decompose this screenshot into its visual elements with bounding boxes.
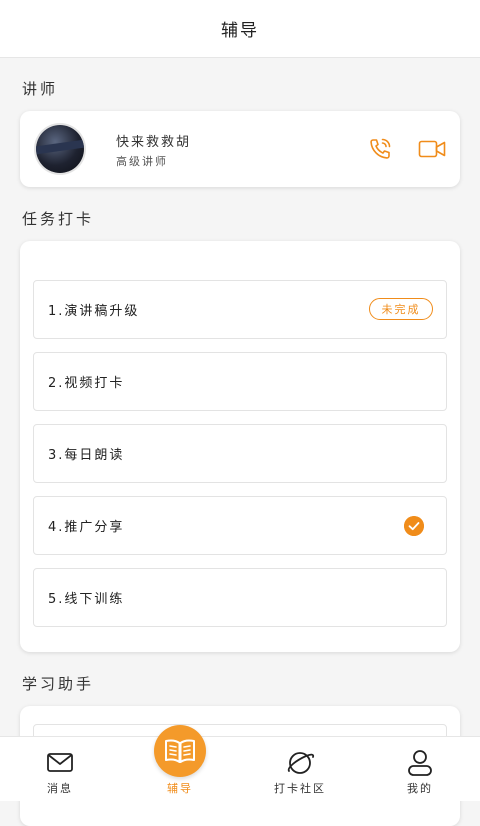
study-section-title: 学习助手 xyxy=(22,675,95,693)
tab-label: 辅导 xyxy=(167,782,193,795)
phone-call-icon[interactable] xyxy=(368,137,392,161)
tab-label: 消息 xyxy=(47,782,73,795)
planet-icon xyxy=(287,752,315,774)
teacher-role: 高级讲师 xyxy=(116,155,168,168)
tab-mine[interactable]: 我的 xyxy=(360,737,480,801)
tutoring-fab-button[interactable] xyxy=(154,725,206,777)
tab-label: 打卡社区 xyxy=(274,782,326,795)
book-icon xyxy=(165,739,195,763)
task-label: 2.视频打卡 xyxy=(48,376,125,391)
tab-messages[interactable]: 消息 xyxy=(0,737,120,801)
status-badge: 未完成 xyxy=(369,298,433,320)
user-icon xyxy=(408,750,432,776)
avatar[interactable] xyxy=(36,125,84,173)
tab-checkin-community[interactable]: 打卡社区 xyxy=(240,737,360,801)
top-bar: 辅导 xyxy=(0,0,480,58)
task-list-card: 1.演讲稿升级 未完成 2.视频打卡 3.每日朗读 4.推广分享 5.线下训练 xyxy=(20,241,460,652)
teacher-section-title: 讲师 xyxy=(22,80,59,98)
bottom-tab-bar: 消息 辅导 打卡社区 我的 xyxy=(0,736,480,801)
page-title: 辅导 xyxy=(221,21,259,41)
task-item-daily-reading[interactable]: 3.每日朗读 xyxy=(33,424,447,483)
tasks-section-title: 任务打卡 xyxy=(22,210,95,228)
task-label: 4.推广分享 xyxy=(48,520,125,535)
task-item-promotion-share[interactable]: 4.推广分享 xyxy=(33,496,447,555)
teacher-name: 快来救救胡 xyxy=(116,135,192,150)
check-icon xyxy=(404,516,424,536)
task-item-speech-upgrade[interactable]: 1.演讲稿升级 未完成 xyxy=(33,280,447,339)
task-item-video-checkin[interactable]: 2.视频打卡 xyxy=(33,352,447,411)
teacher-card[interactable]: 快来救救胡 高级讲师 xyxy=(20,111,460,187)
task-label: 3.每日朗读 xyxy=(48,448,125,463)
video-call-icon[interactable] xyxy=(418,138,446,160)
task-label: 1.演讲稿升级 xyxy=(48,304,140,319)
tab-label: 我的 xyxy=(407,782,433,795)
task-label: 5.线下训练 xyxy=(48,592,125,607)
message-icon xyxy=(47,753,73,772)
task-item-offline-training[interactable]: 5.线下训练 xyxy=(33,568,447,627)
